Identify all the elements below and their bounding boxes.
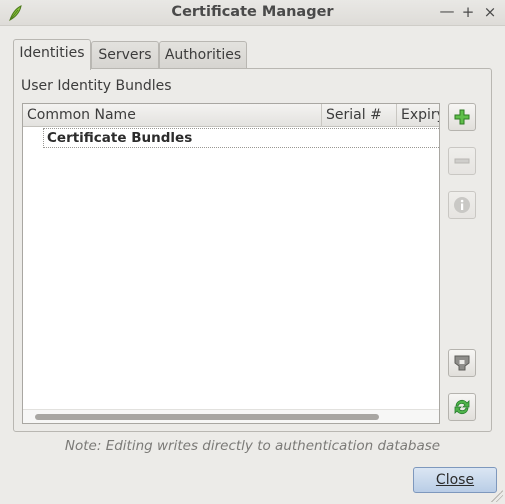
close-button[interactable]: Close — [413, 467, 497, 493]
horizontal-scrollbar-thumb[interactable] — [35, 414, 379, 420]
refresh-icon — [454, 399, 470, 415]
minimize-button[interactable]: — — [437, 1, 457, 21]
column-header-serial[interactable]: Serial # — [322, 104, 397, 127]
identities-tree[interactable]: Common Name Serial # Expiry Certificate … — [22, 103, 440, 424]
tree-header: Common Name Serial # Expiry — [23, 104, 439, 127]
tab-authorities[interactable]: Authorities — [159, 41, 247, 69]
user-identity-bundles-label: User Identity Bundles — [21, 78, 172, 94]
minus-icon — [454, 158, 470, 164]
info-button[interactable] — [448, 191, 476, 219]
tree-row-certificate-bundles[interactable]: Certificate Bundles — [43, 128, 439, 148]
identities-pane: User Identity Bundles Common Name Serial… — [13, 68, 492, 432]
horizontal-scrollbar[interactable] — [23, 409, 439, 423]
plus-icon — [454, 109, 470, 125]
info-icon — [454, 197, 470, 213]
tab-servers[interactable]: Servers — [91, 41, 159, 69]
refresh-button[interactable] — [448, 393, 476, 421]
maximize-button[interactable]: + — [458, 2, 478, 22]
column-header-expiry[interactable]: Expiry — [397, 104, 439, 127]
group-by-button[interactable] — [448, 349, 476, 377]
group-icon — [454, 355, 470, 371]
close-window-button[interactable]: × — [480, 2, 500, 22]
remove-button[interactable] — [448, 147, 476, 175]
add-button[interactable] — [448, 103, 476, 131]
window-title: Certificate Manager — [171, 4, 334, 20]
column-header-common-name[interactable]: Common Name — [23, 104, 322, 127]
note-text: Note: Editing writes directly to authent… — [64, 438, 441, 454]
tab-identities[interactable]: Identities — [13, 39, 91, 70]
resize-grip[interactable] — [491, 490, 503, 502]
title-bar: Certificate Manager — + × — [0, 0, 505, 26]
